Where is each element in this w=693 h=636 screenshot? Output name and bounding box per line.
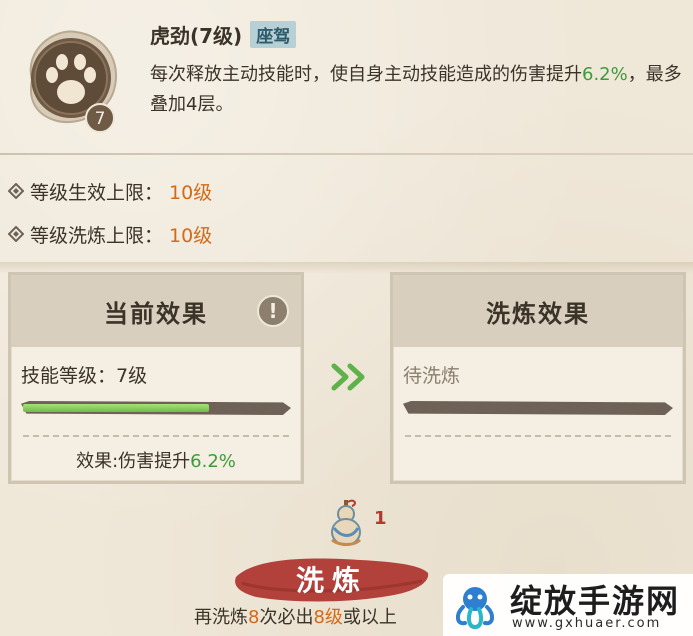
guarantee-level: 8级 (313, 607, 343, 628)
refine-effect-title: 洗炼效果 (393, 275, 683, 347)
skill-paw-icon: 7 (29, 30, 117, 133)
guarantee-text: 再洗炼8次必出8级或以上 (194, 603, 397, 629)
limit-refine-value: 10级 (169, 224, 213, 247)
limit-row-effective: 等级生效上限： 10级 (8, 177, 212, 205)
effect-value: 6.2% (190, 451, 236, 472)
skill-description: 每次释放主动技能时，使自身主动技能造成的伤害提升6.2%，最多叠加4层。 (150, 60, 690, 120)
mount-tag: 座驾 (250, 20, 297, 48)
diamond-bullet-icon (8, 183, 24, 199)
current-effect-panel: 当前效果 ! 技能等级：7级 效果:伤害提升6.2% (8, 272, 304, 484)
guarantee-part3: 或以上 (342, 607, 397, 628)
desc-highlight: 6.2% (582, 64, 628, 85)
skill-level-text: 技能等级：7级 (21, 365, 148, 387)
skill-name: 虎劲(7级) (150, 23, 243, 48)
watermark-url: www.gxhuaer.com (512, 616, 662, 631)
dotted-divider (23, 435, 289, 437)
guarantee-count: 8 (248, 607, 260, 628)
refine-progress-track (403, 401, 673, 415)
octopus-logo-icon (456, 587, 494, 629)
skill-name-row: 虎劲(7级) 座驾 (150, 20, 297, 48)
dotted-divider (405, 435, 671, 437)
info-button[interactable]: ! (257, 295, 289, 327)
limit-effective-value: 10级 (169, 181, 213, 204)
effect-label: 效果:伤害提升 (76, 451, 191, 472)
limit-refine-label: 等级洗炼上限： (30, 224, 164, 247)
refine-button[interactable] (232, 553, 432, 605)
level-progress-fill (23, 404, 209, 412)
pending-refine-text: 待洗炼 (403, 365, 461, 387)
limit-row-refine: 等级洗炼上限： 10级 (8, 220, 212, 248)
guarantee-part2: 次必出 (259, 607, 314, 628)
divider (0, 153, 693, 155)
gourd-icon (331, 499, 362, 546)
current-effect-text: 效果:伤害提升6.2% (11, 447, 301, 473)
gourd-count: 1 (374, 508, 387, 529)
limit-effective-label: 等级生效上限： (30, 181, 164, 204)
double-chevron-right-icon (331, 363, 365, 391)
guarantee-part1: 再洗炼 (194, 607, 248, 628)
skill-level-badge: 7 (95, 109, 106, 129)
desc-part1: 每次释放主动技能时，使自身主动技能造成的伤害提升 (150, 64, 582, 85)
refine-effect-panel: 洗炼效果 待洗炼 (390, 272, 686, 484)
exclamation-icon: ! (268, 299, 278, 323)
diamond-bullet-icon (8, 226, 24, 242)
